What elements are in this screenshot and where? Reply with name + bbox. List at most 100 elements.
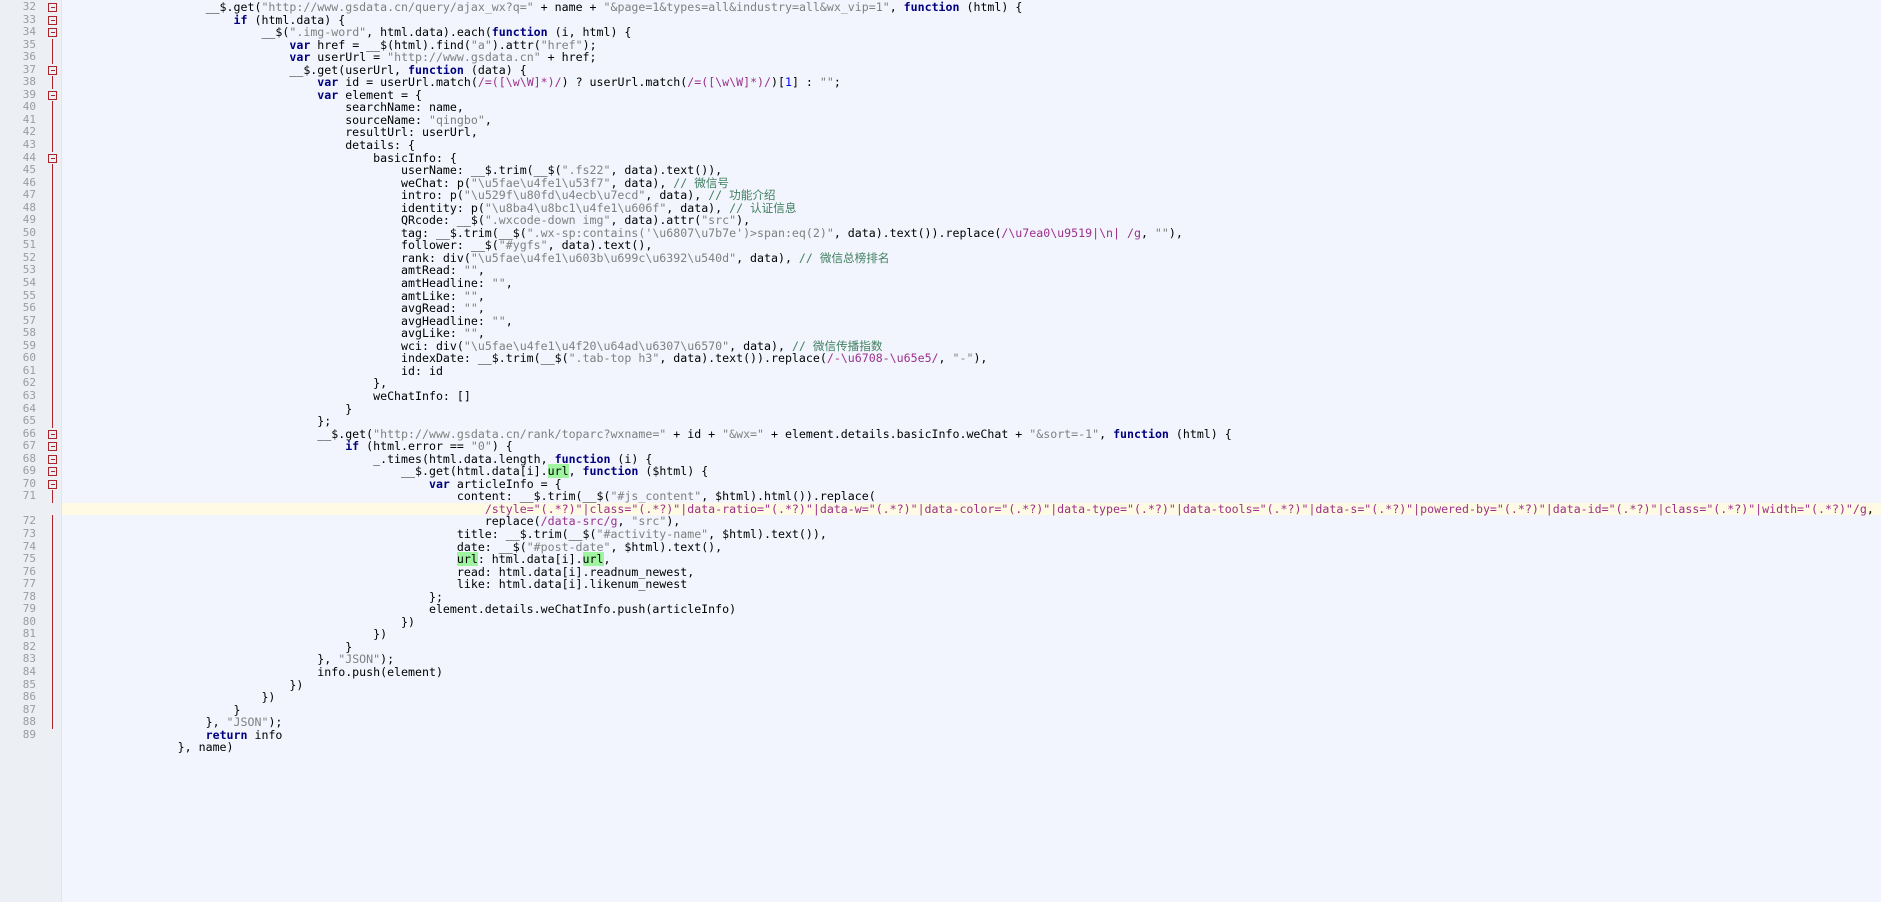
code-token: , [505, 276, 513, 291]
code-token: "-" [952, 351, 974, 366]
code-fold-collapse-icon[interactable] [48, 454, 57, 464]
line-number: 84 [0, 665, 62, 679]
code-token: "" [491, 276, 506, 291]
code-token: , data).text()).replace( [833, 225, 1002, 240]
line-number: 45 [0, 164, 62, 177]
code-line[interactable]: info.push(element) [62, 666, 1881, 679]
line-number: 58 [0, 327, 62, 340]
line-number: 88 [0, 716, 62, 729]
code-fold-range-bar [52, 239, 53, 252]
code-token: // 微信总榜排名 [798, 250, 890, 265]
code-token: ] : [791, 75, 820, 90]
code-fold-collapse-icon[interactable] [48, 15, 57, 25]
code-token: (html) { [1168, 426, 1232, 441]
code-line[interactable]: }) [62, 691, 1881, 704]
code-fold-collapse-icon[interactable] [48, 467, 57, 477]
line-number: 56 [0, 302, 62, 315]
code-fold-range-bar [52, 189, 53, 202]
line-number: 79 [0, 603, 62, 616]
code-token: "&wx=" [722, 426, 765, 441]
code-fold-range-bar [52, 389, 53, 403]
code-fold-range-bar [52, 628, 53, 641]
code-fold-range-bar [52, 377, 53, 390]
line-number-wrapped [0, 741, 62, 754]
line-number: 38 [0, 76, 62, 89]
code-fold-collapse-icon[interactable] [48, 65, 57, 75]
code-fold-collapse-icon[interactable] [48, 28, 57, 38]
code-fold-range-bar [52, 113, 53, 127]
code-token: + id + [666, 426, 723, 441]
code-line[interactable]: }, "JSON"); [62, 716, 1881, 729]
code-fold-range-bar [52, 515, 53, 528]
code-token: ($html) { [638, 464, 709, 479]
code-token: /\u7ea0\u9519|\n| /g [1001, 225, 1141, 240]
code-fold-range-bar [52, 653, 53, 666]
code-fold-range-bar [52, 302, 53, 315]
code-fold-range-bar [52, 289, 53, 303]
code-line[interactable]: }, name) [62, 741, 1881, 754]
code-line[interactable]: } [62, 402, 1881, 416]
line-number: 49 [0, 214, 62, 227]
code-token: ".tab-top h3" [568, 351, 660, 366]
line-number: 75 [0, 553, 62, 566]
code-token: ), [973, 351, 988, 366]
code-fold-range-bar [52, 352, 53, 365]
code-fold-collapse-icon[interactable] [48, 429, 57, 439]
line-number: 65 [0, 414, 62, 428]
line-number: 34 [0, 26, 62, 39]
code-fold-range-bar [52, 402, 53, 416]
code-fold-range-bar [52, 101, 53, 114]
code-editor[interactable]: 32 33 34 35 36 37 38 39 40 41 42 43 44 45 46 47 48 49 50 51… [0, 0, 1881, 902]
code-token: /=([\w\W]*)/ [687, 75, 772, 90]
code-token: , [568, 464, 583, 479]
code-fold-range-bar [52, 339, 53, 353]
code-token: 1 [784, 75, 792, 90]
code-token: ), [1168, 225, 1183, 240]
code-token: /style="(.*?)"|class="(.*?)"|data-ratio=… [484, 501, 1867, 516]
line-number: 54 [0, 276, 62, 290]
code-token: "" [1154, 225, 1169, 240]
code-token: + name + [533, 0, 604, 14]
code-token: "&sort=-1" [1029, 426, 1100, 441]
code-token: /-\u6708-\u65e5/ [826, 351, 939, 366]
code-token: , [505, 313, 513, 328]
code-fold-range-bar [52, 277, 53, 290]
code-fold-range-bar [52, 615, 53, 629]
code-token: , data).text()).replace( [659, 351, 827, 366]
line-number: 36 [0, 51, 62, 64]
code-token: /=([\w\W]*)/ [477, 75, 562, 90]
code-line[interactable]: return info [62, 728, 1881, 742]
code-fold-range-bar [52, 578, 53, 591]
code-fold-range-bar [52, 164, 53, 177]
code-token: + element.details.basicInfo.weChat + [764, 426, 1030, 441]
code-token: ) ? userUrl.match( [561, 75, 688, 90]
line-number: 89 [22, 727, 36, 741]
code-token: , $html).text(), [610, 539, 723, 554]
code-token: (html) { [959, 0, 1023, 14]
line-number-gutter[interactable]: 32 33 34 35 36 37 38 39 40 41 42 43 44 45 46 47 48 49 50 51… [0, 0, 62, 902]
code-fold-range-bar [52, 76, 53, 89]
line-number: 47 [0, 189, 62, 202]
code-fold-collapse-icon[interactable] [48, 90, 57, 100]
code-token: function [1113, 426, 1169, 441]
line-number: 86 [0, 691, 62, 704]
code-content-area[interactable]: __$.get("http://www.gsdata.cn/query/ajax… [62, 0, 1881, 902]
code-fold-range-bar [52, 716, 53, 729]
code-fold-range-bar [52, 553, 53, 566]
code-fold-range-bar [52, 703, 53, 717]
code-fold-collapse-icon[interactable] [48, 153, 57, 163]
code-token: "" [491, 313, 506, 328]
code-fold-collapse-icon[interactable] [48, 442, 57, 452]
code-line[interactable]: } [62, 703, 1881, 717]
line-number: 81 [0, 628, 62, 641]
code-line[interactable]: }) [62, 678, 1881, 692]
code-fold-range-bar [52, 264, 53, 278]
line-number: 67 [0, 440, 62, 453]
code-token: ; [833, 75, 841, 90]
code-token: "" [819, 75, 834, 90]
code-fold-range-bar [52, 214, 53, 227]
code-fold-collapse-icon[interactable] [48, 3, 57, 13]
code-fold-collapse-icon[interactable] [48, 479, 57, 489]
code-token: }, name) [66, 740, 234, 755]
code-token: , [938, 351, 953, 366]
